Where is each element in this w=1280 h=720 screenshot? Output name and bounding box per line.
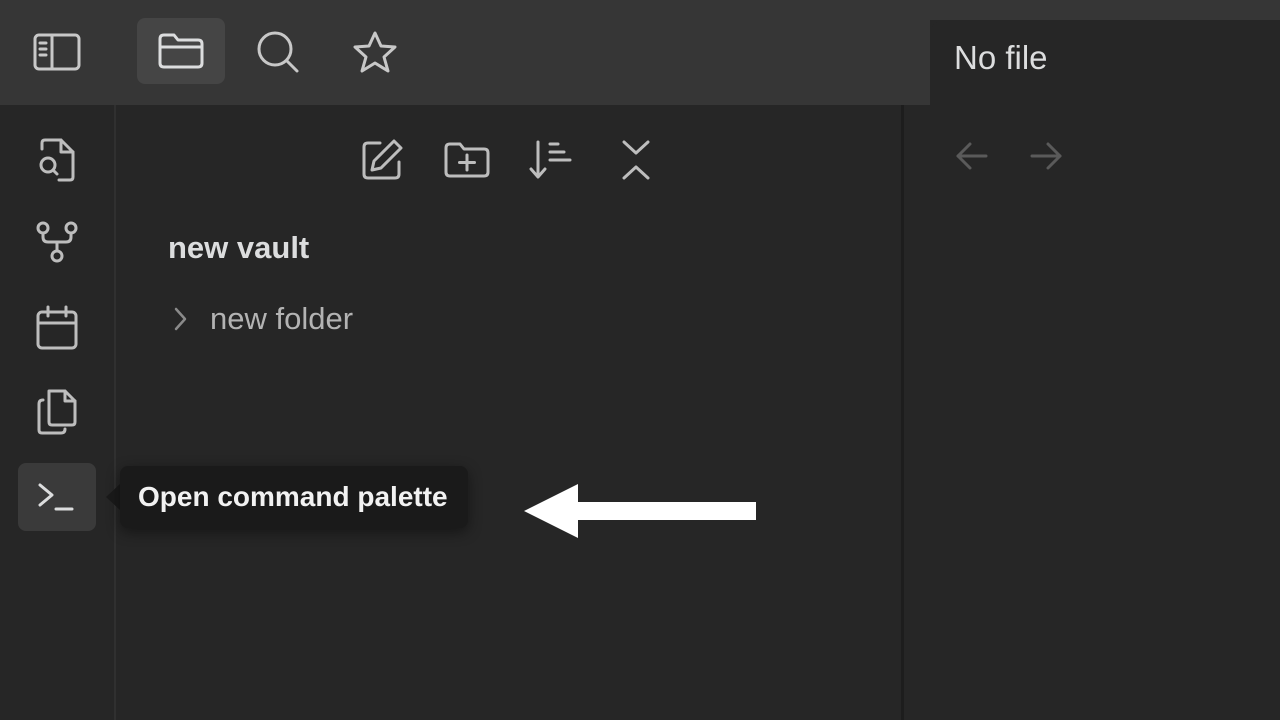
templates-button[interactable] <box>18 378 96 446</box>
copy-icon <box>37 389 77 435</box>
tree-item-label: new folder <box>210 301 354 336</box>
navigate-forward-button[interactable] <box>1026 136 1066 176</box>
tab-title: No file <box>954 39 1048 76</box>
command-palette-button[interactable] <box>18 463 96 531</box>
daily-note-button[interactable] <box>18 294 96 362</box>
sidebar-toggle-button[interactable] <box>27 22 87 82</box>
new-folder-button[interactable] <box>437 130 497 190</box>
tooltip: Open command palette <box>120 466 468 528</box>
new-note-icon <box>362 139 403 180</box>
obsidian-window: No file new vault new folder Open comman… <box>0 0 1280 720</box>
arrow-left-icon <box>956 142 988 170</box>
search-icon <box>257 31 299 73</box>
file-search-icon <box>39 138 75 182</box>
terminal-icon <box>38 483 74 511</box>
tree-item-folder[interactable]: new folder <box>160 296 353 342</box>
graph-icon <box>36 221 78 263</box>
collapse-all-button[interactable] <box>606 130 666 190</box>
navigate-back-button[interactable] <box>952 136 992 176</box>
folder-icon <box>158 33 204 69</box>
chevron-right-icon[interactable] <box>160 296 200 342</box>
files-tab-button[interactable] <box>137 18 225 84</box>
graph-view-button[interactable] <box>18 208 96 276</box>
pane-resize-handle[interactable] <box>901 105 904 720</box>
star-icon <box>353 31 397 73</box>
arrow-right-icon <box>1030 142 1062 170</box>
ribbon-divider <box>114 105 116 720</box>
collapse-icon <box>622 140 650 180</box>
new-folder-icon <box>444 142 490 178</box>
annotation-arrow-icon <box>524 484 756 538</box>
sort-icon <box>529 140 572 179</box>
sort-button[interactable] <box>521 130 581 190</box>
tooltip-pointer <box>106 484 120 510</box>
search-tab-button[interactable] <box>248 22 308 82</box>
new-note-button[interactable] <box>352 130 412 190</box>
quick-switcher-button[interactable] <box>18 126 96 194</box>
calendar-icon <box>36 305 78 350</box>
bookmarks-tab-button[interactable] <box>345 22 405 82</box>
vault-name[interactable]: new vault <box>168 228 309 268</box>
tab-bar-background <box>930 0 1280 20</box>
sidebar-toggle-icon <box>33 33 81 71</box>
